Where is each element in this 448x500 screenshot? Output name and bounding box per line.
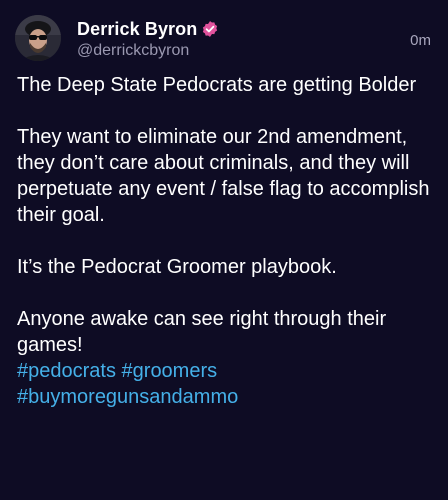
hashtag-link[interactable]: #pedocrats: [17, 360, 116, 382]
hashtag-link[interactable]: #buymoregunsandammo: [17, 386, 238, 408]
hashtag-link[interactable]: #groomers: [122, 360, 218, 382]
author-handle[interactable]: @derrickcbyron: [77, 42, 189, 60]
avatar-photo: [15, 15, 61, 61]
post-timestamp: 0m: [410, 32, 431, 49]
author-name-row[interactable]: Derrick Byron: [77, 18, 219, 40]
hashtag-list: #pedocrats #groomers #buymoregunsandammo: [17, 358, 437, 410]
display-name[interactable]: Derrick Byron: [77, 19, 197, 40]
post-paragraph: It’s the Pedocrat Groomer playbook.: [17, 256, 337, 278]
post-paragraph: They want to eliminate our 2nd amendment…: [17, 126, 430, 226]
post-paragraph: The Deep State Pedocrats are getting Bol…: [17, 74, 417, 96]
post-body: The Deep State Pedocrats are getting Bol…: [17, 72, 437, 410]
post-card: Derrick Byron @derrickcbyron 0m The Deep…: [0, 0, 448, 500]
avatar[interactable]: [15, 15, 61, 61]
post-header: Derrick Byron @derrickcbyron 0m: [15, 15, 433, 63]
verified-badge-icon: [201, 20, 219, 38]
post-paragraph: Anyone awake can see right through their…: [17, 308, 387, 356]
